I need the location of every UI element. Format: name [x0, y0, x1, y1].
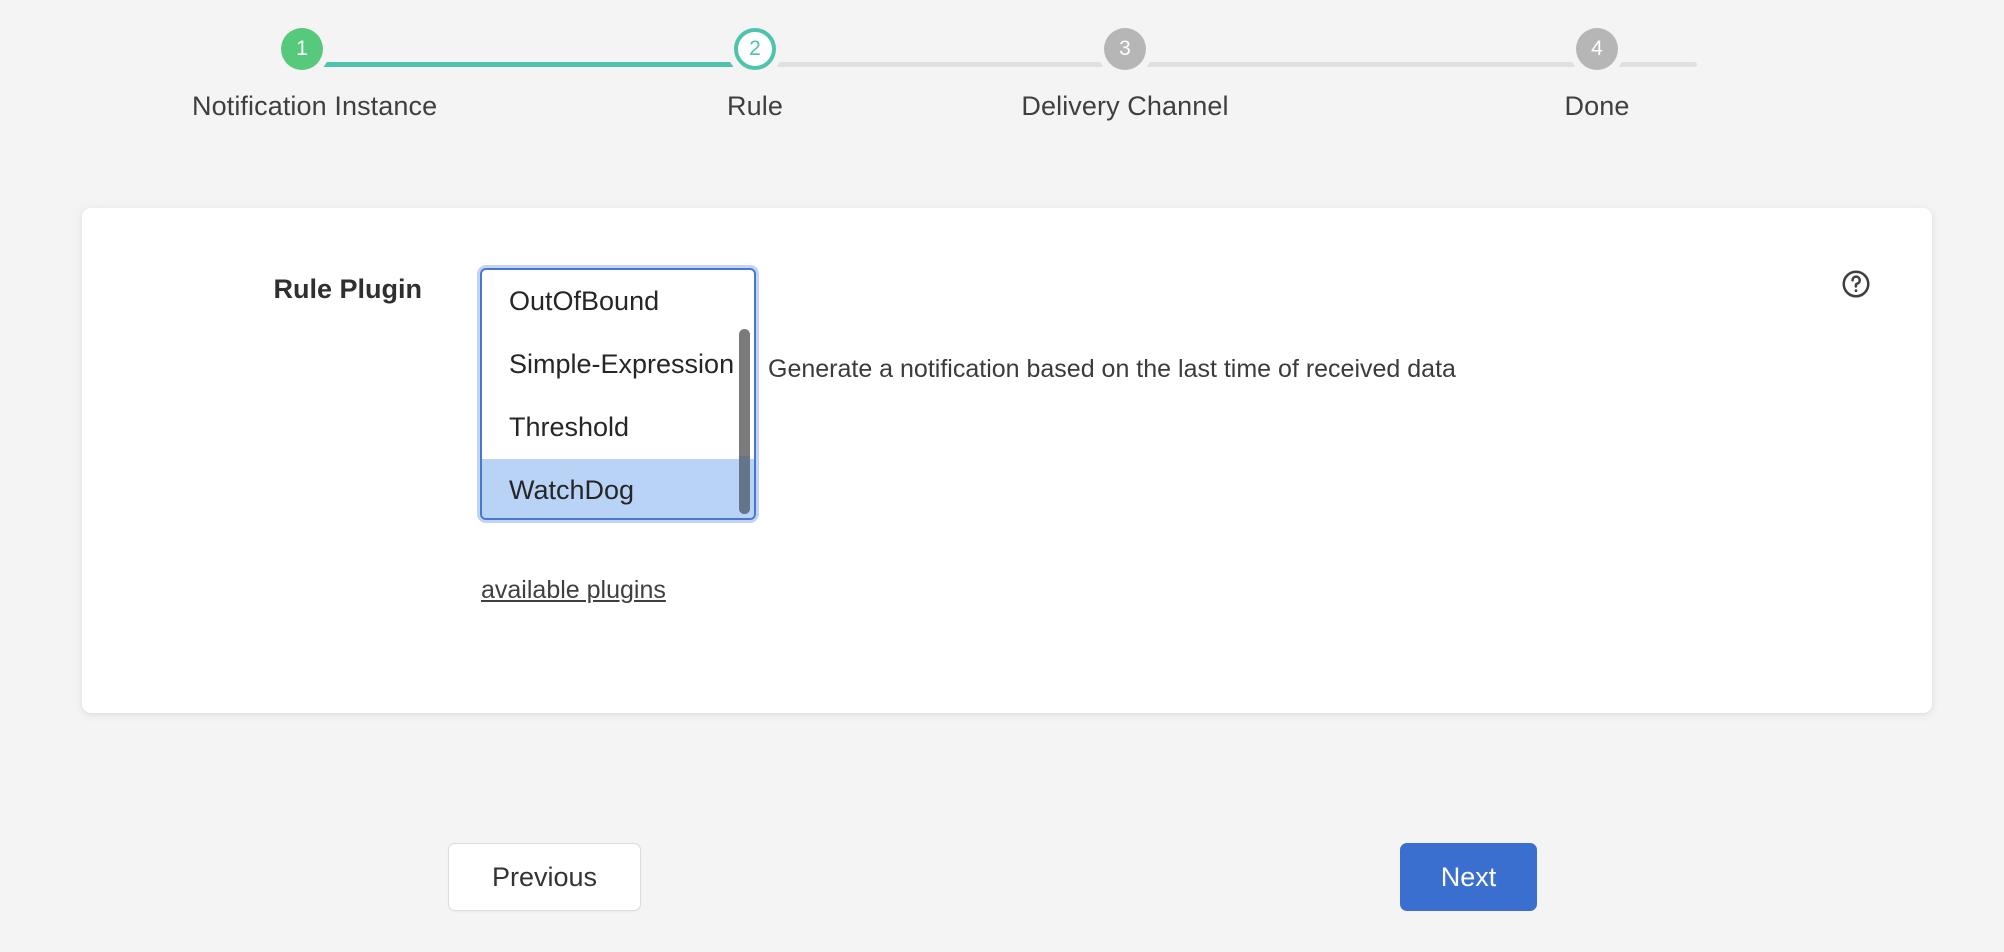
step-circle-4[interactable]: 4: [1576, 28, 1618, 70]
step-label-2: Rule: [645, 91, 865, 122]
step-label-4: Done: [1487, 91, 1707, 122]
available-plugins-link[interactable]: available plugins: [481, 576, 666, 605]
step-label-3: Delivery Channel: [1015, 91, 1235, 122]
rule-plugin-select-wrap: OutOfBound Simple-Expression Threshold W…: [480, 268, 756, 520]
step-circle-3[interactable]: 3: [1104, 28, 1146, 70]
listbox-scrollbar-thumb-lower[interactable]: [739, 456, 750, 514]
next-button[interactable]: Next: [1400, 843, 1537, 911]
list-item[interactable]: Simple-Expression: [482, 333, 754, 396]
list-item-selected[interactable]: WatchDog: [482, 459, 754, 520]
step-circle-2[interactable]: 2: [734, 28, 776, 70]
step-done[interactable]: 4 Done: [1487, 28, 1707, 122]
list-item[interactable]: Threshold: [482, 396, 754, 459]
step-notification-instance[interactable]: 1 Notification Instance: [192, 28, 412, 122]
rule-config-card: Rule Plugin OutOfBound Simple-Expression…: [82, 208, 1932, 713]
wizard-stepper: 1 Notification Instance 2 Rule 3 Deliver…: [0, 0, 2004, 160]
previous-button[interactable]: Previous: [448, 843, 641, 911]
rule-plugin-listbox[interactable]: OutOfBound Simple-Expression Threshold W…: [480, 268, 756, 520]
listbox-scrollbar[interactable]: [738, 273, 751, 515]
step-circle-1[interactable]: 1: [281, 28, 323, 70]
rule-plugin-label: Rule Plugin: [232, 274, 422, 305]
step-delivery-channel[interactable]: 3 Delivery Channel: [1015, 28, 1235, 122]
step-rule[interactable]: 2 Rule: [645, 28, 865, 122]
rule-plugin-description: Generate a notification based on the las…: [768, 355, 1456, 384]
step-label-1: Notification Instance: [192, 91, 412, 122]
list-item[interactable]: OutOfBound: [482, 270, 754, 333]
question-circle-icon[interactable]: [1840, 268, 1872, 300]
